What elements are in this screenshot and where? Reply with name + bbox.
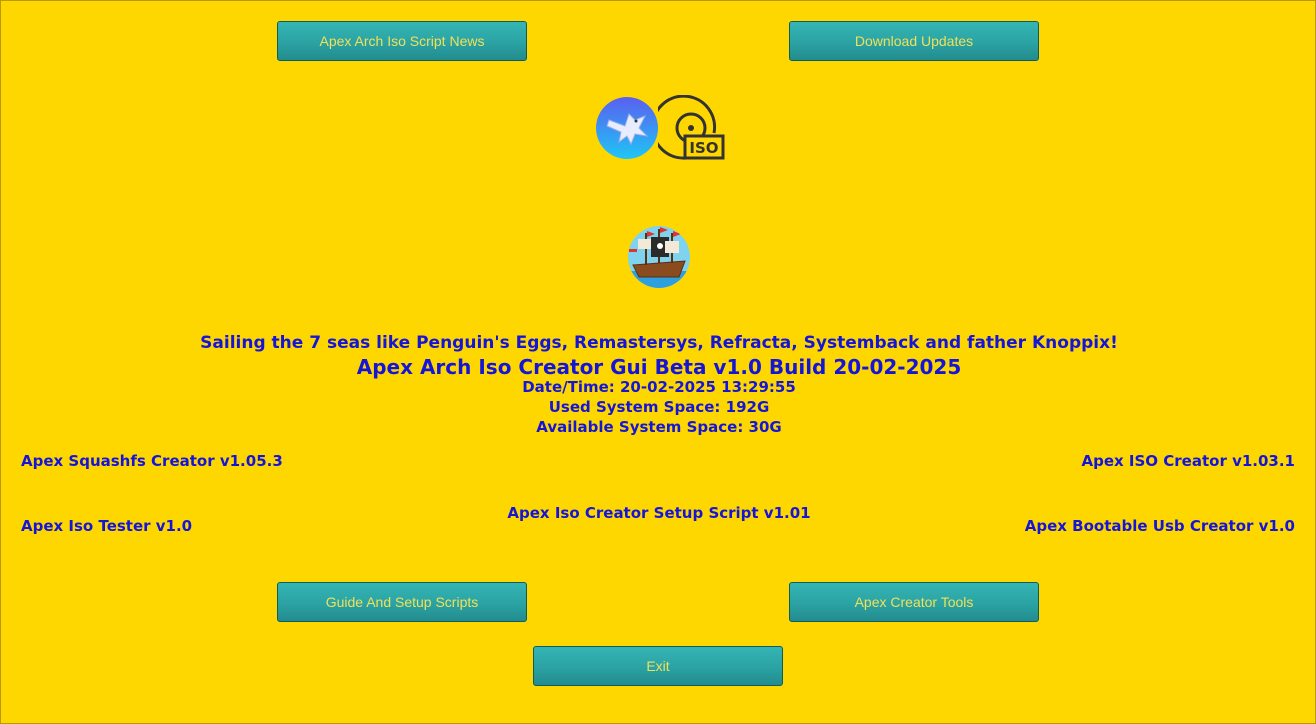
iso-tester-link[interactable]: Apex Iso Tester v1.0 [21, 517, 192, 535]
iso-disc-icon: ISO [651, 94, 726, 161]
available-space-text: Available System Space: 30G [536, 418, 782, 436]
guide-setup-button[interactable]: Guide And Setup Scripts [277, 582, 527, 622]
squashfs-creator-link[interactable]: Apex Squashfs Creator v1.05.3 [21, 452, 283, 470]
tagline: Sailing the 7 seas like Penguin's Eggs, … [200, 333, 1118, 353]
usb-creator-link[interactable]: Apex Bootable Usb Creator v1.0 [1025, 517, 1295, 535]
download-updates-button[interactable]: Download Updates [789, 21, 1039, 61]
news-button[interactable]: Apex Arch Iso Script News [277, 21, 527, 61]
app-title: Apex Arch Iso Creator Gui Beta v1.0 Buil… [356, 355, 962, 379]
exit-button[interactable]: Exit [533, 646, 783, 686]
used-space-text: Used System Space: 192G [548, 398, 770, 416]
creator-tools-button[interactable]: Apex Creator Tools [789, 582, 1039, 622]
datetime-text: Date/Time: 20-02-2025 13:29:55 [522, 378, 796, 396]
iso-creator-link[interactable]: Apex ISO Creator v1.03.1 [1082, 452, 1296, 470]
eagle-logo-icon [595, 96, 659, 160]
pirate-ship-icon [627, 225, 691, 289]
iso-label: ISO [689, 139, 718, 157]
